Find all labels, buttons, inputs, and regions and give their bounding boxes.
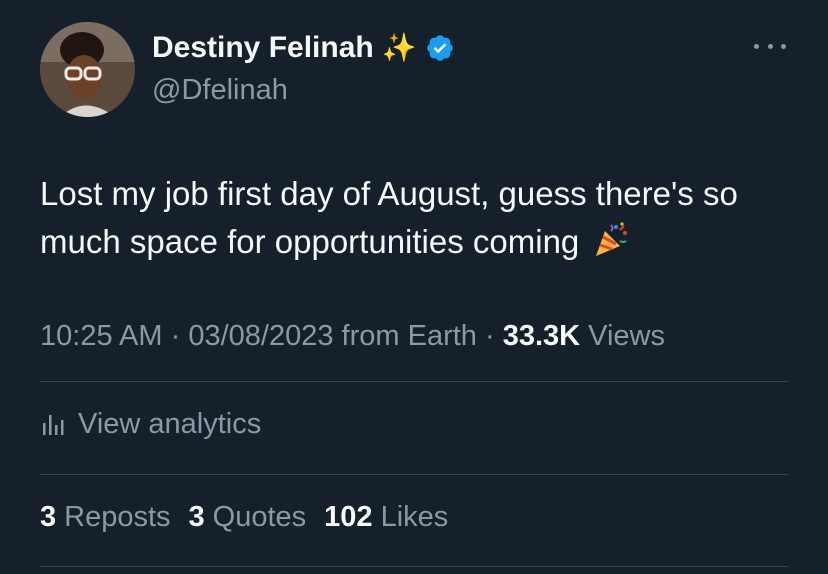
tweet-meta: 10:25 AM · 03/08/2023 from Earth · 33.3K…	[40, 316, 665, 356]
tweet-text-block: Lost my job first day of August, guess t…	[40, 170, 800, 266]
reposts-label: Reposts	[64, 501, 171, 533]
tweet-text: Lost my job first day of August, guess t…	[40, 175, 738, 260]
divider	[40, 381, 788, 382]
quotes-stat[interactable]: 3 Quotes	[189, 497, 307, 537]
engagement-stats: 3 Reposts 3 Quotes 102 Likes	[40, 497, 448, 537]
reposts-count: 3	[40, 501, 57, 533]
verified-badge-icon[interactable]	[425, 33, 455, 63]
tweet-source: from Earth	[341, 320, 477, 352]
author-display-name[interactable]: Destiny Felinah	[152, 30, 374, 66]
reposts-stat[interactable]: 3 Reposts	[40, 497, 171, 537]
quotes-count: 3	[188, 501, 205, 533]
divider	[40, 474, 788, 475]
tweet-date[interactable]: 03/08/2023	[188, 320, 333, 352]
meta-separator: ·	[170, 320, 181, 352]
divider	[40, 566, 788, 567]
views-label: Views	[588, 320, 666, 352]
meta-separator: ·	[484, 320, 495, 352]
likes-label: Likes	[380, 501, 449, 533]
author-display-name-row[interactable]: Destiny Felinah ✨	[152, 30, 455, 66]
sparkles-icon: ✨	[381, 32, 417, 63]
avatar[interactable]	[40, 22, 135, 117]
view-analytics-button[interactable]: View analytics	[40, 404, 261, 444]
likes-count: 102	[324, 501, 373, 533]
likes-stat[interactable]: 102 Likes	[324, 497, 448, 537]
party-popper-icon	[596, 222, 628, 256]
analytics-icon	[43, 415, 64, 435]
author-handle[interactable]: @Dfelinah	[152, 72, 288, 108]
more-options-icon[interactable]	[754, 36, 786, 56]
tweet-time[interactable]: 10:25 AM	[40, 320, 163, 352]
quotes-label: Quotes	[212, 501, 307, 533]
view-analytics-label[interactable]: View analytics	[78, 404, 261, 444]
views-count: 33.3K	[502, 320, 581, 352]
